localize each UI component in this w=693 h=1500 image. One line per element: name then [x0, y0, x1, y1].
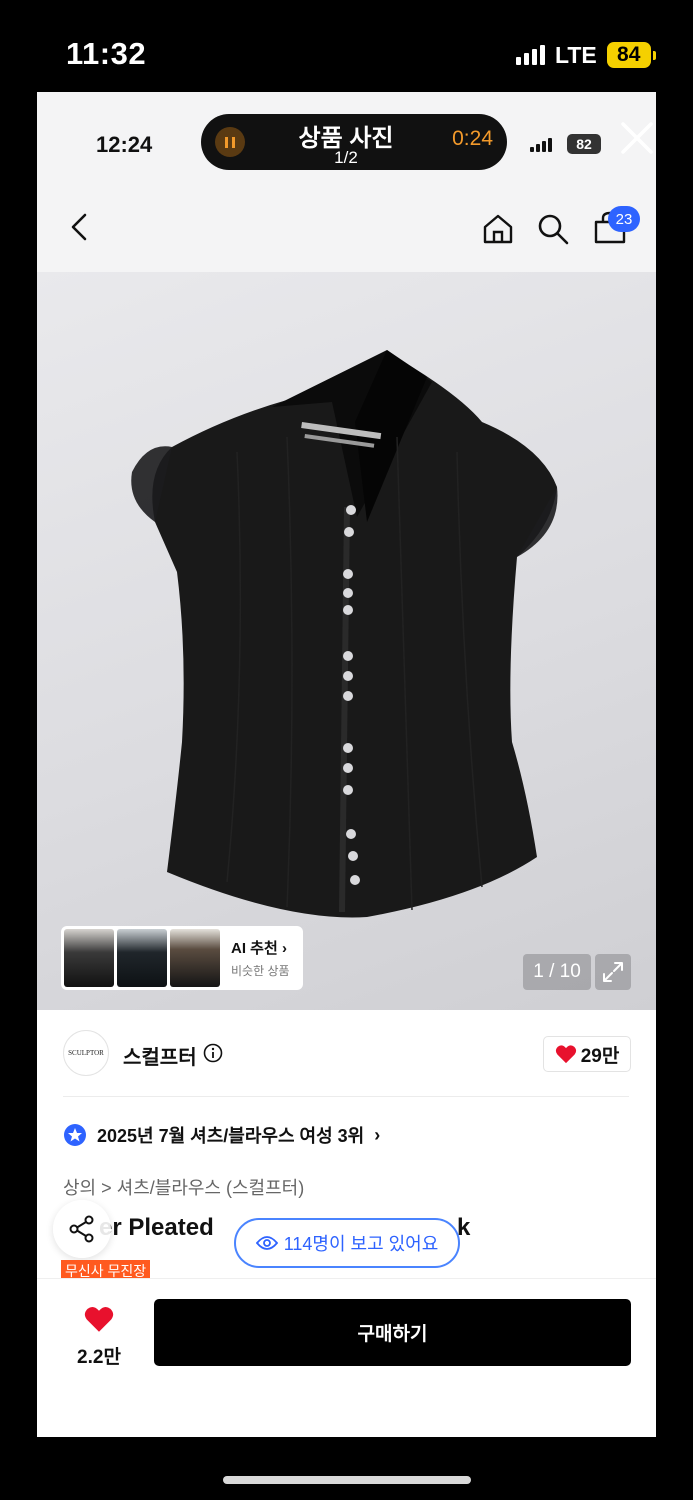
heart-icon [84, 1306, 114, 1332]
image-counter: 1 / 10 [523, 954, 591, 990]
recording-subtitle: 1/2 [334, 148, 358, 167]
divider [63, 1096, 629, 1097]
product-title-left: er Pleated [99, 1214, 214, 1241]
network-label: LTE [555, 41, 597, 68]
inner-battery-icon: 82 [567, 134, 601, 154]
heart-icon [555, 1045, 576, 1064]
product-like-count: 2.2만 [77, 1347, 121, 1368]
battery-level: 84 [606, 42, 651, 68]
battery-icon: 84 [606, 42, 656, 68]
inner-header: 12:24 상품 사진 1/2 0:24 82 23 [37, 92, 656, 272]
brand-like-button[interactable]: 29만 [543, 1036, 631, 1072]
bottom-purchase-bar: 2.2만 구매하기 [37, 1278, 656, 1437]
viewers-text: 114명이 보고 있어요 [283, 1234, 439, 1254]
cart-count-badge: 23 [608, 206, 640, 232]
ai-recommend-title: AI 추천 [231, 940, 278, 957]
info-icon[interactable] [203, 1043, 223, 1063]
brand-name[interactable]: 스컬프터 [123, 1041, 197, 1070]
brand-logo[interactable]: SCULPTOR [63, 1030, 109, 1076]
recommend-thumbnail[interactable] [117, 929, 167, 987]
home-indicator[interactable] [223, 1476, 471, 1484]
outer-status-icons: LTE 84 [516, 40, 656, 70]
recommend-thumbnail[interactable] [64, 929, 114, 987]
back-icon[interactable] [67, 212, 93, 242]
rank-badge-icon [64, 1124, 86, 1146]
chevron-right-icon: › [374, 1124, 381, 1145]
close-icon[interactable] [617, 118, 656, 158]
share-icon [69, 1215, 94, 1243]
expand-icon[interactable] [595, 954, 631, 990]
home-icon[interactable] [481, 212, 515, 246]
buy-button[interactable]: 구매하기 [154, 1299, 631, 1366]
ai-recommend-card[interactable]: AI 추천 › 비슷한 상품 [61, 926, 303, 990]
recording-timer: 0:24 [452, 127, 493, 150]
ai-recommend-text: AI 추천 › 비슷한 상품 [231, 937, 290, 979]
ranking-link[interactable]: 2025년 7월 셔츠/블라우스 여성 3위 › [63, 1122, 380, 1148]
recommend-thumbnail[interactable] [170, 929, 220, 987]
search-icon[interactable] [536, 212, 570, 246]
viewers-badge: 114명이 보고 있어요 [234, 1218, 460, 1268]
brand-like-count: 29만 [580, 1045, 620, 1067]
outer-clock: 11:32 [66, 36, 147, 71]
app-screen: 12:24 상품 사진 1/2 0:24 82 23 AI 추천 › 비슷한 상… [37, 92, 656, 1437]
share-button[interactable] [53, 1200, 111, 1258]
pause-icon[interactable] [215, 127, 245, 157]
ranking-text: 2025년 7월 셔츠/블라우스 여성 3위 [97, 1126, 365, 1146]
ai-recommend-subtitle: 비슷한 상품 [231, 964, 290, 978]
brand-row: SCULPTOR 스컬프터 29만 [37, 1010, 656, 1098]
outer-status-bar: 11:32 LTE 84 [0, 0, 693, 92]
product-like-button[interactable]: 2.2만 [73, 1305, 125, 1369]
blouse-image [131, 350, 558, 918]
inner-signal-icon [530, 138, 552, 152]
eye-icon [255, 1236, 278, 1250]
category-breadcrumb[interactable]: 상의 > 셔츠/블라우스 (스컬프터) [63, 1174, 304, 1200]
chevron-right-icon: › [281, 940, 287, 957]
screen-recording-pill[interactable]: 상품 사진 1/2 0:24 [201, 114, 507, 170]
signal-icon [516, 45, 545, 65]
inner-clock: 12:24 [96, 132, 153, 157]
product-image[interactable]: AI 추천 › 비슷한 상품 1 / 10 [37, 272, 656, 1010]
